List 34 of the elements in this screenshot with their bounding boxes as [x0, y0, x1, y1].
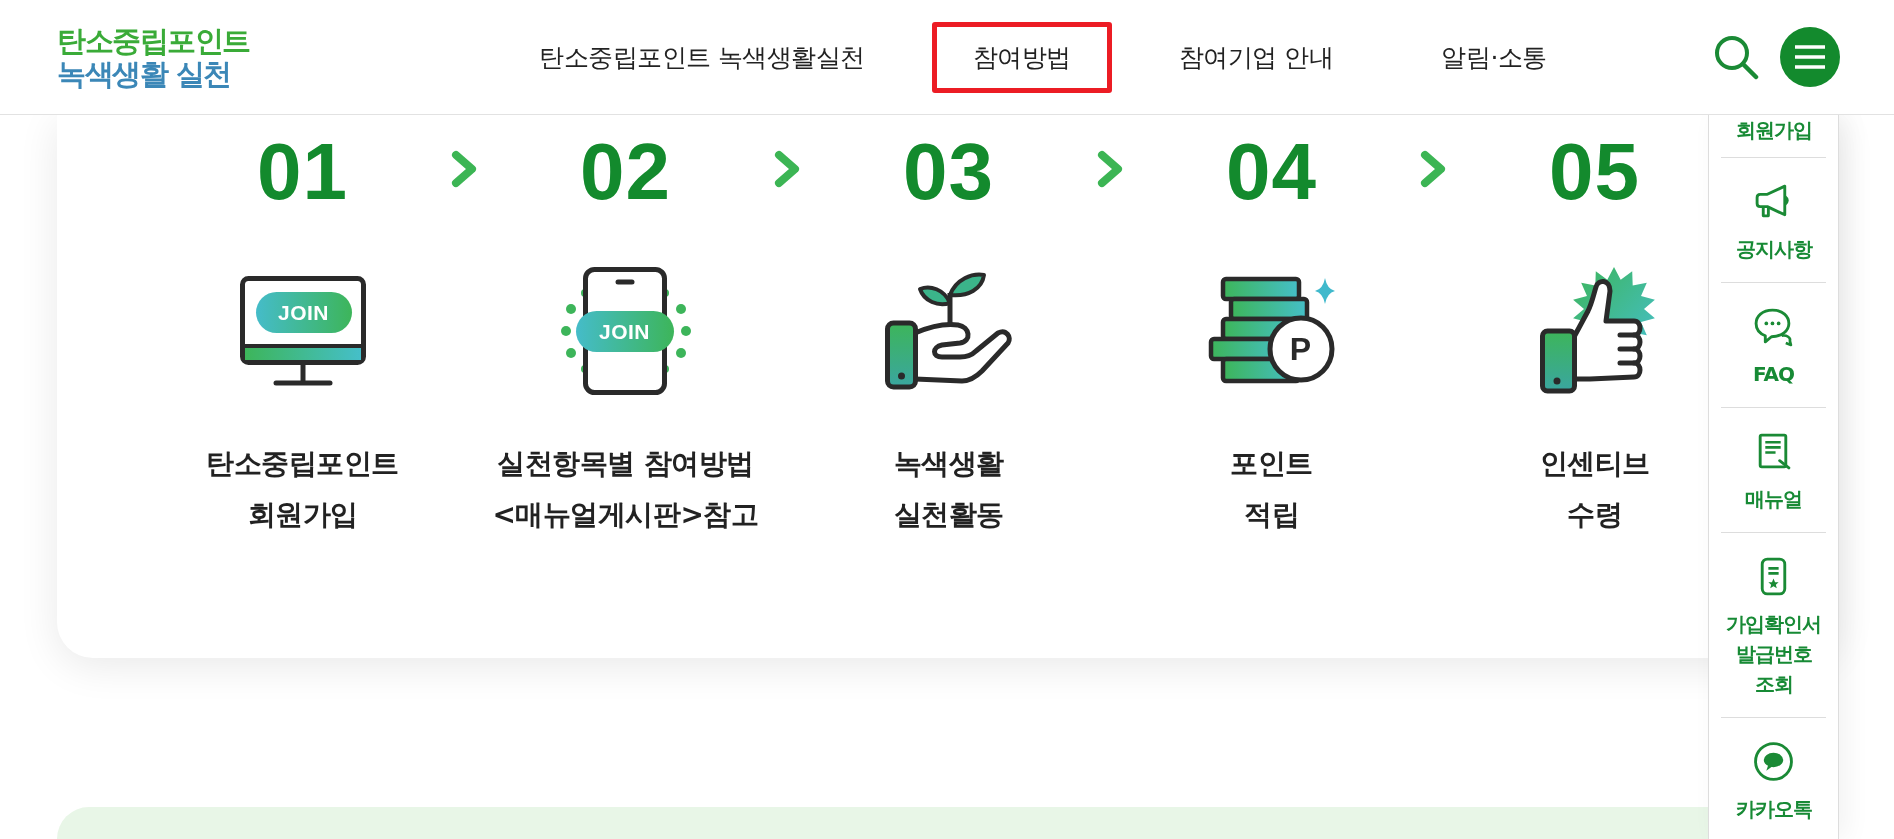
nav-link[interactable]: 참여방법: [931, 21, 1112, 93]
pill-badge: JOIN: [255, 292, 352, 333]
quick-menu-link[interactable]: FAQ: [1721, 283, 1826, 408]
menu-icon: [1795, 45, 1825, 69]
pill-badge: JOIN: [575, 311, 674, 352]
quick-menu-link[interactable]: 카카오톡: [1721, 718, 1826, 824]
speech-bubble-icon: [1753, 741, 1794, 782]
coin-letter: P: [1288, 331, 1313, 367]
step-number: 04: [1226, 132, 1317, 212]
chat-bubble-icon: [1753, 306, 1794, 347]
quick-menu-link[interactable]: 가입확인서 발급번호 조회: [1721, 533, 1826, 718]
nav-link[interactable]: 탄소중립포인트 녹색생활실천: [498, 21, 906, 93]
step-label: 실천항목별 참여방법 <매뉴얼게시판>참고: [492, 446, 759, 533]
search-icon[interactable]: [1713, 34, 1759, 80]
step-label: 녹색생활 실천활동: [893, 446, 1004, 533]
hand-sprout-icon: [883, 271, 1014, 391]
step-label: 포인트 적립: [1230, 446, 1313, 533]
chevron-right-icon: [450, 149, 478, 189]
chevron-right-icon: [1096, 149, 1124, 189]
quick-menu-link[interactable]: 매뉴얼: [1721, 408, 1826, 533]
chevron-right-icon: [773, 149, 801, 189]
step-number: 05: [1549, 132, 1640, 212]
step-number: 03: [903, 132, 994, 212]
step-number: 02: [580, 132, 671, 212]
nav-link[interactable]: 알림·소통: [1400, 21, 1588, 93]
quick-menu-link[interactable]: 공지사항: [1721, 158, 1826, 283]
nav-link[interactable]: 참여기업 안내: [1137, 21, 1375, 93]
menu-button[interactable]: [1780, 27, 1840, 87]
step-label: 탄소중립포인트 회원가입: [206, 446, 399, 533]
quick-menu-link[interactable]: 회원가입: [1721, 115, 1826, 158]
step-number: 01: [257, 132, 348, 212]
logo-link[interactable]: 탄소중립포인트 녹색생활 실천: [57, 25, 250, 91]
chevron-right-icon: [1419, 149, 1447, 189]
step-label: 인센티브 수령: [1539, 446, 1650, 533]
